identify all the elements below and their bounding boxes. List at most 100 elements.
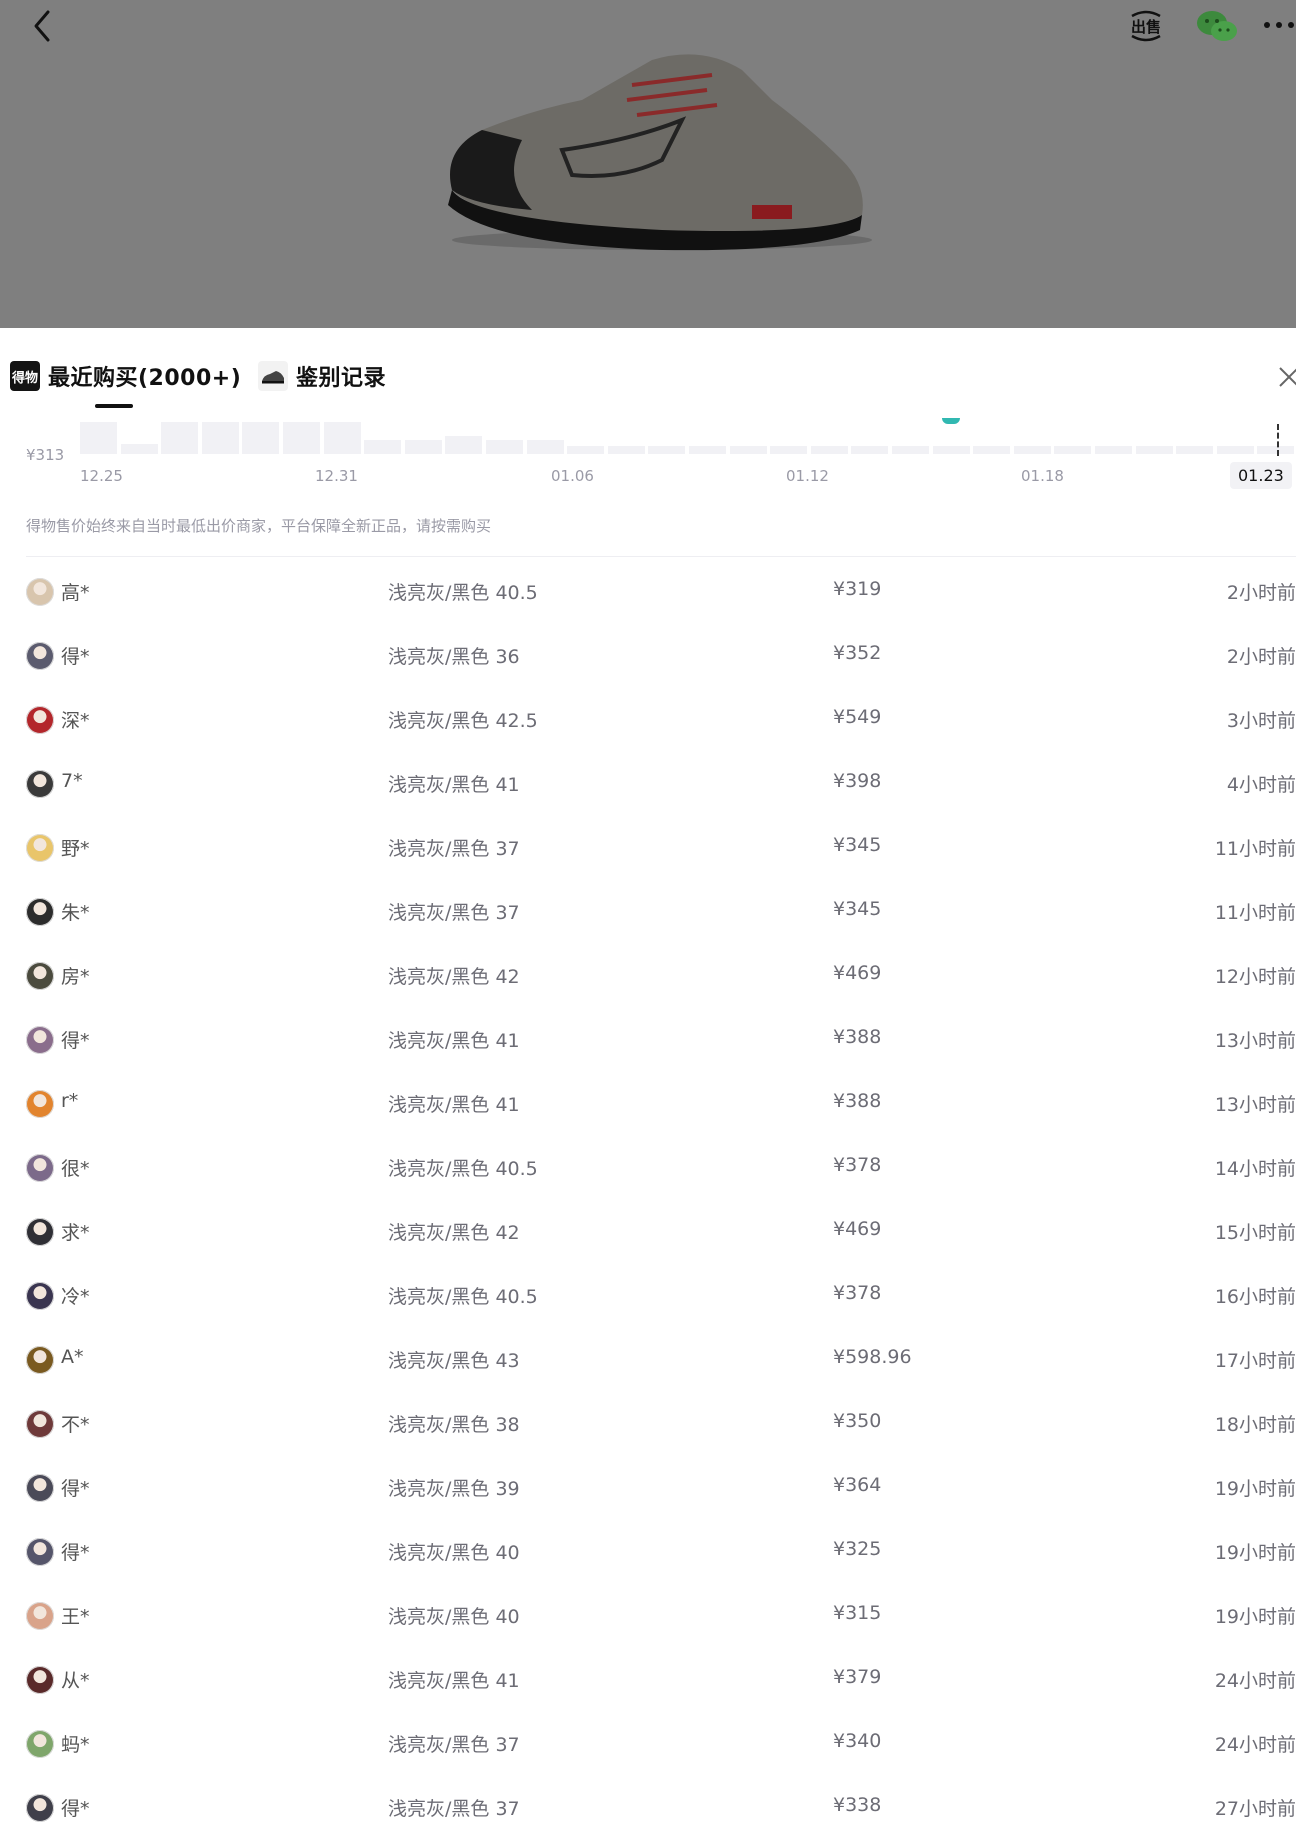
list-item[interactable]: r* 浅亮灰/黑色 41 ¥388 13小时前: [0, 1072, 1296, 1136]
buyer-name: 深*: [61, 710, 90, 732]
chart-bar: [242, 422, 280, 454]
purchase-price: ¥364: [833, 1474, 882, 1496]
product-variant: 浅亮灰/黑色 36: [388, 646, 520, 668]
purchase-time: 19小时前: [1214, 1478, 1296, 1500]
purchase-time: 13小时前: [1214, 1030, 1296, 1052]
product-variant: 浅亮灰/黑色 39: [388, 1478, 520, 1500]
avatar: [26, 1602, 54, 1630]
buyer-name: 很*: [61, 1158, 90, 1180]
product-variant: 浅亮灰/黑色 40: [388, 1606, 520, 1628]
tab-recent-purchases[interactable]: 得物 最近购买(2000+): [10, 356, 241, 396]
buyer-name: 得*: [61, 1030, 90, 1052]
chart-bar: [973, 446, 1011, 454]
buyer-name: 不*: [61, 1414, 90, 1436]
product-variant: 浅亮灰/黑色 41: [388, 1094, 520, 1116]
list-item[interactable]: 房* 浅亮灰/黑色 42 ¥469 12小时前: [0, 944, 1296, 1008]
product-image-area: 出售: [0, 0, 1296, 328]
tab-recent-purchases-label: 最近购买(2000+): [48, 366, 242, 391]
sell-icon[interactable]: 出售: [1126, 6, 1166, 46]
product-variant: 浅亮灰/黑色 42.5: [388, 710, 538, 732]
product-variant: 浅亮灰/黑色 37: [388, 1734, 520, 1756]
buyer-name: 高*: [61, 582, 90, 604]
avatar: [26, 898, 54, 926]
chart-bar: [526, 440, 564, 454]
purchase-price: ¥325: [833, 1538, 882, 1560]
chart-x-tick: 01.18: [1021, 467, 1064, 485]
dewu-logo-icon: 得物: [10, 361, 40, 391]
back-icon[interactable]: [24, 6, 64, 46]
list-item[interactable]: A* 浅亮灰/黑色 43 ¥598.96 17小时前: [0, 1328, 1296, 1392]
sheet-tabs: 得物 最近购买(2000+) 鉴别记录: [0, 328, 1296, 418]
list-item[interactable]: 深* 浅亮灰/黑色 42.5 ¥549 3小时前: [0, 688, 1296, 752]
purchase-price: ¥338: [833, 1794, 882, 1816]
chart-bar: [729, 446, 767, 454]
price-trend-chart: [0, 418, 1296, 488]
list-item[interactable]: 求* 浅亮灰/黑色 42 ¥469 15小时前: [0, 1200, 1296, 1264]
avatar: [26, 1666, 54, 1694]
buyer-name: 7*: [61, 770, 83, 792]
chart-bar: [404, 440, 442, 454]
buyer-name: A*: [61, 1346, 84, 1368]
purchase-time: 3小时前: [1226, 710, 1296, 732]
buyer-name: 得*: [61, 1798, 90, 1820]
list-item[interactable]: 得* 浅亮灰/黑色 37 ¥338 27小时前: [0, 1776, 1296, 1840]
list-item[interactable]: 得* 浅亮灰/黑色 36 ¥352 2小时前: [0, 624, 1296, 688]
list-item[interactable]: 很* 浅亮灰/黑色 40.5 ¥378 14小时前: [0, 1136, 1296, 1200]
close-icon[interactable]: [1274, 362, 1296, 392]
chart-bar: [1054, 446, 1092, 454]
purchase-price: ¥388: [833, 1026, 882, 1048]
buyer-name: 野*: [61, 838, 90, 860]
product-variant: 浅亮灰/黑色 40: [388, 1542, 520, 1564]
product-variant: 浅亮灰/黑色 41: [388, 774, 520, 796]
purchase-time: 4小时前: [1226, 774, 1296, 796]
chart-bar: [1135, 446, 1173, 454]
chart-x-tick-selected[interactable]: 01.23: [1230, 462, 1292, 489]
chart-bar: [1176, 446, 1214, 454]
avatar: [26, 1026, 54, 1054]
product-variant: 浅亮灰/黑色 41: [388, 1030, 520, 1052]
purchase-price: ¥352: [833, 642, 882, 664]
chart-bar: [161, 422, 199, 454]
chart-bar: [648, 446, 686, 454]
avatar: [26, 642, 54, 670]
buyer-name: 得*: [61, 1478, 90, 1500]
list-item[interactable]: 蚂* 浅亮灰/黑色 37 ¥340 24小时前: [0, 1712, 1296, 1776]
avatar: [26, 1154, 54, 1182]
list-item[interactable]: 得* 浅亮灰/黑色 41 ¥388 13小时前: [0, 1008, 1296, 1072]
avatar: [26, 1090, 54, 1118]
chart-y-tick: ¥313: [26, 446, 65, 464]
chart-bar: [80, 422, 117, 454]
list-item[interactable]: 得* 浅亮灰/黑色 40 ¥325 19小时前: [0, 1520, 1296, 1584]
list-item[interactable]: 朱* 浅亮灰/黑色 37 ¥345 11小时前: [0, 880, 1296, 944]
sell-label: 出售: [1130, 17, 1161, 36]
tab-authentication-records[interactable]: 鉴别记录: [258, 356, 386, 396]
product-variant: 浅亮灰/黑色 37: [388, 902, 520, 924]
list-item[interactable]: 不* 浅亮灰/黑色 38 ¥350 18小时前: [0, 1392, 1296, 1456]
chart-x-tick: 01.06: [551, 467, 594, 485]
list-item[interactable]: 野* 浅亮灰/黑色 37 ¥345 11小时前: [0, 816, 1296, 880]
chart-bar: [445, 436, 483, 454]
list-item[interactable]: 从* 浅亮灰/黑色 41 ¥379 24小时前: [0, 1648, 1296, 1712]
purchase-price: ¥378: [833, 1282, 882, 1304]
chart-bar: [932, 446, 970, 454]
active-tab-indicator: [95, 404, 133, 408]
avatar: [26, 770, 54, 798]
list-item[interactable]: 冷* 浅亮灰/黑色 40.5 ¥378 16小时前: [0, 1264, 1296, 1328]
product-variant: 浅亮灰/黑色 40.5: [388, 582, 538, 604]
purchase-price: ¥379: [833, 1666, 882, 1688]
list-item[interactable]: 7* 浅亮灰/黑色 41 ¥398 4小时前: [0, 752, 1296, 816]
product-variant: 浅亮灰/黑色 38: [388, 1414, 520, 1436]
list-item[interactable]: 王* 浅亮灰/黑色 40 ¥315 19小时前: [0, 1584, 1296, 1648]
avatar: [26, 1218, 54, 1246]
shoe-thumbnail-icon: [258, 361, 288, 391]
purchase-time: 16小时前: [1214, 1286, 1296, 1308]
tab-authentication-records-label: 鉴别记录: [296, 366, 387, 391]
more-icon[interactable]: [1262, 10, 1296, 40]
product-variant: 浅亮灰/黑色 40.5: [388, 1158, 538, 1180]
list-item[interactable]: 得* 浅亮灰/黑色 39 ¥364 19小时前: [0, 1456, 1296, 1520]
wechat-icon[interactable]: [1194, 6, 1240, 46]
chart-bar: [1095, 446, 1132, 454]
list-item[interactable]: 高* 浅亮灰/黑色 40.5 ¥319 2小时前: [0, 560, 1296, 624]
purchase-time: 24小时前: [1214, 1670, 1296, 1692]
product-variant: 浅亮灰/黑色 41: [388, 1670, 520, 1692]
